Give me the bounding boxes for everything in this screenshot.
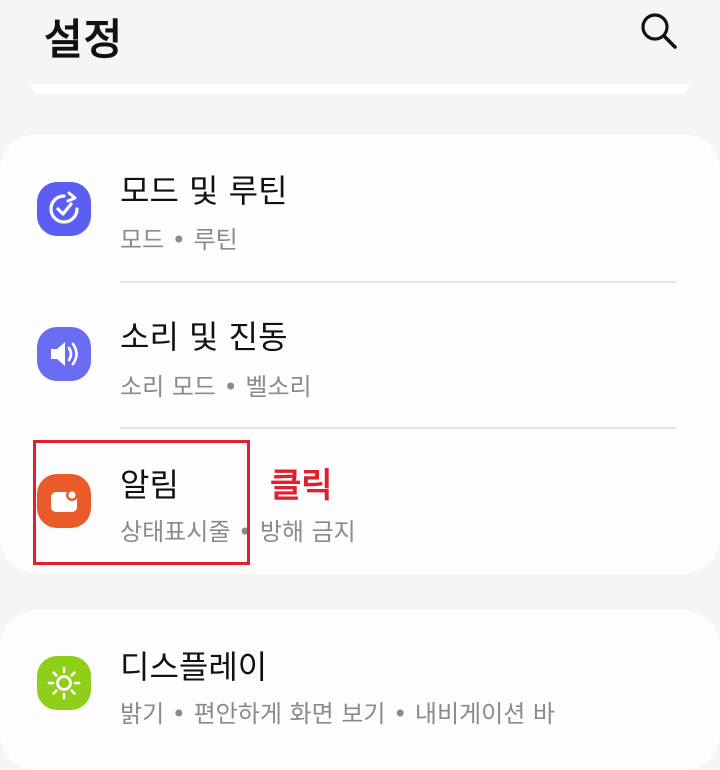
highlight-box bbox=[33, 440, 250, 565]
brightness-icon bbox=[37, 656, 91, 710]
speaker-icon bbox=[37, 327, 91, 381]
app-header: 설정 bbox=[0, 0, 720, 80]
menu-item-subtitle: 밝기 • 편안하게 화면 보기 • 내비게이션 바 bbox=[120, 700, 555, 728]
page-title: 설정 bbox=[44, 15, 124, 64]
divider bbox=[120, 281, 676, 283]
routine-check-icon bbox=[37, 182, 91, 236]
menu-item-label: 소리 및 진동 bbox=[120, 318, 288, 356]
menu-item-subtitle: 모드 • 루틴 bbox=[120, 226, 238, 254]
search-icon bbox=[641, 13, 677, 49]
search-button[interactable] bbox=[636, 8, 682, 54]
menu-item-label: 모드 및 루틴 bbox=[120, 172, 288, 210]
menu-item-subtitle: 소리 모드 • 벨소리 bbox=[120, 373, 312, 401]
previous-card-edge bbox=[30, 84, 690, 94]
click-annotation: 클릭 bbox=[270, 466, 333, 506]
menu-item-display[interactable]: 디스플레이 밝기 • 편안하게 화면 보기 • 내비게이션 바 bbox=[0, 630, 720, 729]
menu-item-sound-vibration[interactable]: 소리 및 진동 소리 모드 • 벨소리 bbox=[0, 284, 720, 426]
divider bbox=[120, 427, 676, 429]
menu-item-label: 디스플레이 bbox=[120, 648, 268, 686]
menu-item-modes-routines[interactable]: 모드 및 루틴 모드 • 루틴 bbox=[0, 160, 720, 280]
